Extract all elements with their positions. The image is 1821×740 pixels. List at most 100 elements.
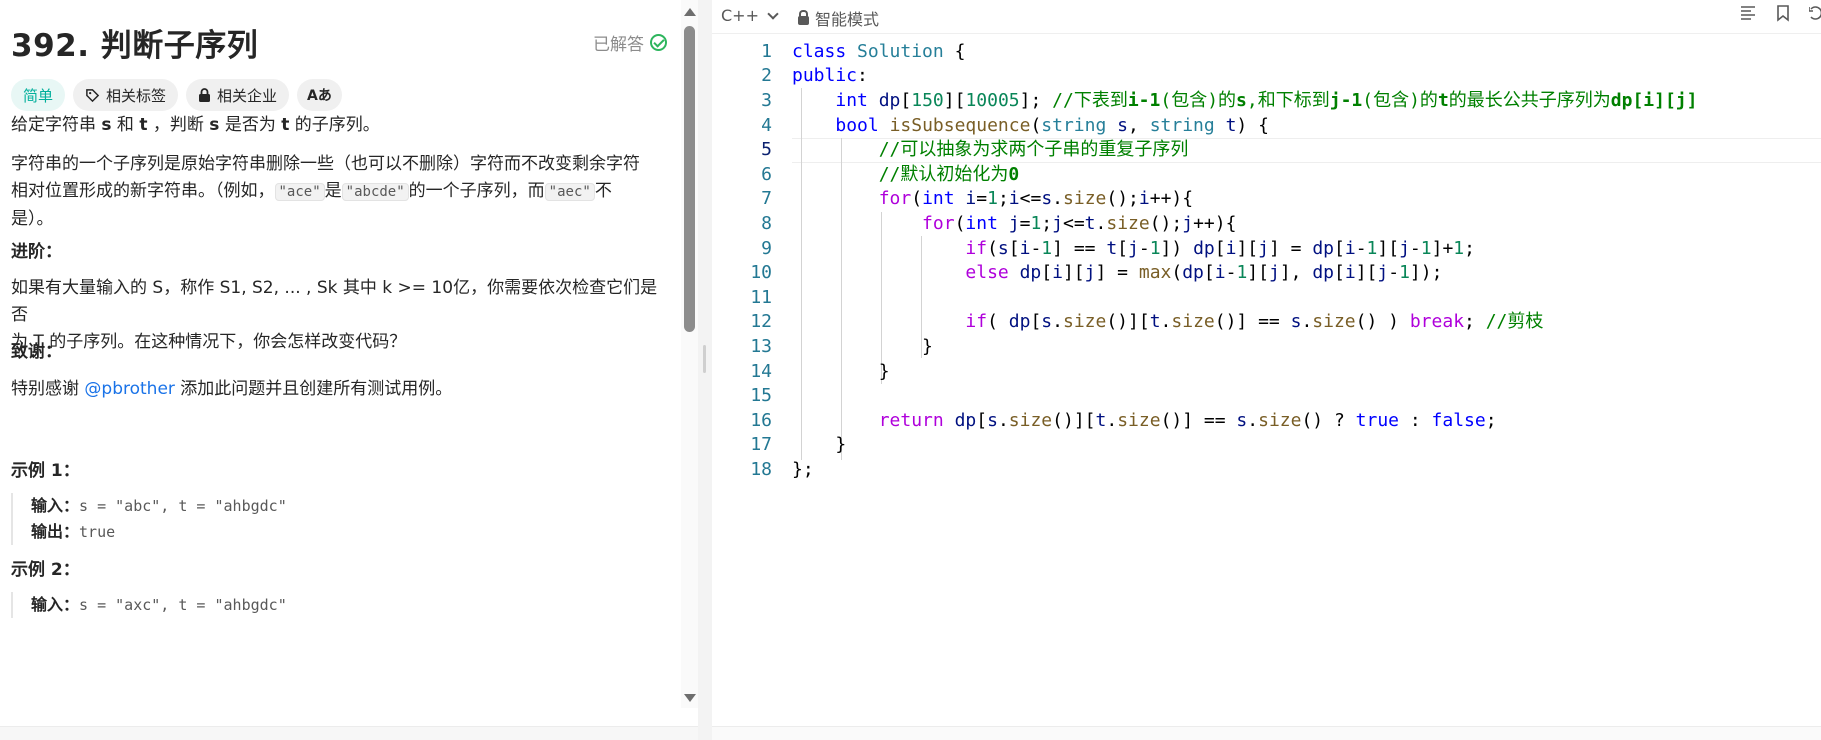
code-text: };	[792, 459, 814, 480]
code-line: 15	[712, 384, 1821, 409]
code-line: 7 for(int i=1;i<=s.size();i++){	[712, 187, 1821, 212]
editor-panel: C++ 智能模式 1 class Solution { 2 public: 3 in…	[712, 0, 1821, 740]
line-number: 12	[750, 311, 772, 333]
output-value: true	[79, 523, 116, 541]
topics-tag-label: 相关标签	[106, 86, 167, 105]
line-number: 2	[761, 65, 772, 87]
problem-footer-bar	[0, 726, 698, 740]
code-line: 4 bool isSubsequence(string s, string t)…	[712, 114, 1821, 139]
check-circle-icon	[650, 34, 667, 51]
chevron-down-icon	[767, 7, 779, 20]
language-label: C++	[721, 6, 759, 25]
code-line: 13 }	[712, 335, 1821, 360]
language-selector[interactable]: C++	[721, 6, 779, 25]
desc-text: 添加此问题并且创建所有测试用例。	[174, 379, 453, 399]
code-text: //可以抽象为求两个子串的重复子序列	[878, 139, 1189, 161]
scroll-up-arrow-icon[interactable]	[684, 8, 696, 16]
contributor-link[interactable]: @pbrother	[84, 379, 175, 399]
bookmark-icon[interactable]	[1775, 4, 1791, 22]
line-number: 13	[750, 336, 772, 357]
line-number: 5	[761, 139, 772, 161]
code-line: 6 //默认初始化为0	[712, 163, 1821, 188]
code-line: 14 }	[712, 360, 1821, 385]
line-number: 16	[750, 409, 772, 431]
desc-bold: s	[101, 115, 112, 135]
code-editor[interactable]: 1 class Solution { 2 public: 3 int dp[150]…	[712, 34, 1821, 726]
code-line: 17 }	[712, 433, 1821, 458]
scroll-down-arrow-icon[interactable]	[684, 694, 696, 702]
code-text: }	[792, 360, 890, 382]
companies-tag-button[interactable]: 相关企业	[186, 79, 290, 111]
code-text: bool isSubsequence(string s, string t) {	[835, 114, 1269, 136]
code-line: 12 if( dp[s.size()][t.size()] == s.size(…	[712, 310, 1821, 335]
problem-scrollbar[interactable]	[681, 0, 698, 708]
code-text: if(s[i-1] == t[j-1]) dp[i][j] = dp[i-1][…	[965, 237, 1475, 259]
solved-label: 已解答	[593, 35, 644, 55]
line-number: 18	[750, 459, 772, 480]
code-text: //默认初始化为0	[878, 163, 1020, 185]
tag-bar: 简单 相关标签 相关企业 Aあ	[11, 79, 342, 111]
desc-text: 的子序列。	[289, 115, 380, 135]
line-number: 15	[750, 385, 772, 407]
problem-panel: 392. 判断子序列 已解答 简单 相关标签 相关企业 Aあ 给定字符串 s 和…	[0, 0, 698, 740]
code-line: 9 if(s[i-1] == t[j-1]) dp[i][j] = dp[i-1…	[712, 237, 1821, 262]
scrollbar-thumb[interactable]	[684, 26, 695, 332]
code-text: if( dp[s.size()][t.size()] == s.size() )…	[965, 311, 1544, 333]
output-label: 输出：	[31, 522, 80, 541]
toolbar-actions	[1739, 4, 1821, 22]
topics-tag-button[interactable]: 相关标签	[73, 79, 179, 111]
desc-text: 不	[594, 181, 612, 201]
inline-code: "ace"	[274, 183, 325, 201]
translate-button[interactable]: Aあ	[297, 79, 342, 111]
code-line: 8 for(int j=1;j<=t.size();j++){	[712, 212, 1821, 237]
editor-toolbar: C++ 智能模式	[712, 0, 1821, 34]
code-line: 16 return dp[s.size()][t.size()] == s.si…	[712, 409, 1821, 434]
line-number: 7	[761, 188, 772, 210]
code-text: else dp[i][j] = max(dp[i-1][j], dp[i][j-…	[965, 262, 1443, 284]
desc-text: 为 T 的子序列。在这种情况下，你会怎样改变代码？	[11, 332, 407, 352]
advanced-heading: 进阶：	[11, 242, 62, 262]
difficulty-label: 简单	[23, 86, 54, 105]
code-text: return dp[s.size()][t.size()] == s.size(…	[878, 409, 1497, 431]
line-number: 11	[750, 286, 772, 308]
code-line: 5 //可以抽象为求两个子串的重复子序列	[712, 138, 1821, 163]
line-number: 4	[761, 114, 772, 136]
desc-text: 相对位置形成的新字符串。（例如，	[11, 181, 275, 201]
companies-tag-label: 相关企业	[217, 86, 278, 105]
difficulty-badge[interactable]: 简单	[11, 79, 66, 111]
line-number: 14	[750, 360, 772, 382]
desc-text: 是否为	[219, 115, 282, 135]
solved-status: 已解答	[593, 30, 667, 55]
line-number: 17	[750, 434, 772, 456]
smart-mode-indicator[interactable]: 智能模式	[798, 6, 879, 30]
inline-code: "aec"	[544, 183, 595, 201]
code-text: for(int i=1;i<=s.size();i++){	[878, 188, 1194, 210]
line-number: 10	[750, 262, 772, 284]
format-icon[interactable]	[1739, 4, 1757, 22]
example2-block: 输入：s = "axc", t = "ahbgdc"	[11, 592, 651, 618]
desc-text: 给定字符串	[11, 115, 102, 135]
reset-icon[interactable]	[1809, 4, 1821, 22]
inline-code: "abcde"	[341, 183, 409, 201]
desc-text: 特别感谢	[11, 379, 85, 399]
panel-splitter[interactable]	[698, 0, 712, 740]
line-number: 9	[761, 237, 772, 259]
desc-text: 是）。	[11, 209, 54, 229]
code-text: public:	[792, 65, 868, 87]
desc-text: ，判断	[147, 115, 210, 135]
desc-bold: s	[209, 115, 220, 135]
splitter-grip[interactable]	[703, 345, 706, 373]
desc-line: 相对位置形成的新字符串。（例如， "ace" 是 "abcde" 的一个子序列，而 "ae…	[11, 178, 671, 206]
line-number: 1	[761, 40, 772, 62]
description-paragraph-1: 给定字符串 s 和 t ，判断 s 是否为 t 的子序列。	[11, 112, 380, 139]
thanks-paragraph: 特别感谢 @pbrother 添加此问题并且创建所有测试用例。	[11, 376, 452, 403]
desc-text: 和	[111, 115, 140, 135]
line-number: 3	[761, 90, 772, 111]
thanks-heading: 致谢：	[11, 342, 62, 362]
tag-icon	[86, 88, 100, 102]
desc-text: 是	[324, 181, 342, 201]
line-number: 6	[761, 163, 772, 185]
code-text: }	[792, 434, 847, 456]
desc-text: 的一个子序列，而	[408, 181, 545, 201]
line-number: 8	[761, 213, 772, 234]
